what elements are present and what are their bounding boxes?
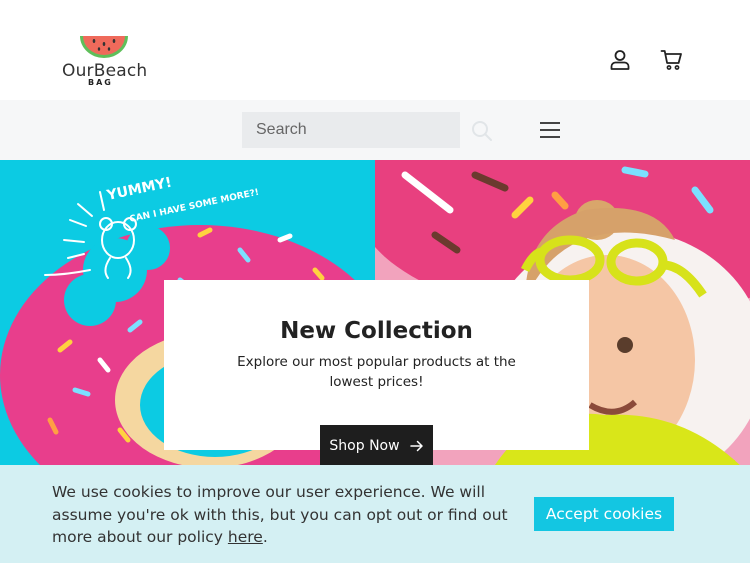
- cookie-banner: We use cookies to improve our user exper…: [0, 465, 750, 563]
- arrow-right-icon: [409, 440, 423, 452]
- promo-title: New Collection: [280, 318, 473, 344]
- search-icon[interactable]: [470, 119, 494, 143]
- hero-banner: YUMMY! CAN I HAVE SOME MORE?! New Collec…: [0, 160, 750, 465]
- watermelon-logo-icon: [80, 36, 128, 58]
- search-input[interactable]: [242, 112, 460, 148]
- accept-cookies-button[interactable]: Accept cookies: [534, 497, 674, 531]
- cookie-message: We use cookies to improve our user exper…: [52, 481, 522, 549]
- site-logo[interactable]: OurBeach BAG: [60, 36, 150, 92]
- cookie-policy-link[interactable]: here: [228, 528, 263, 546]
- logo-subtext: BAG: [88, 78, 113, 87]
- shop-now-label: Shop Now: [329, 438, 400, 454]
- cookie-text-end: .: [262, 528, 268, 546]
- cookie-text: We use cookies to improve our user exper…: [52, 483, 508, 546]
- image-text-yummy: YUMMY!: [105, 175, 174, 205]
- hamburger-menu-icon[interactable]: [538, 120, 562, 140]
- cart-icon[interactable]: [660, 48, 684, 72]
- promo-description: Explore our most popular products at the…: [237, 354, 516, 390]
- user-icon[interactable]: [608, 48, 632, 72]
- shop-now-button[interactable]: Shop Now: [320, 425, 433, 467]
- search-bar: [0, 100, 750, 160]
- site-header: OurBeach BAG: [0, 0, 750, 100]
